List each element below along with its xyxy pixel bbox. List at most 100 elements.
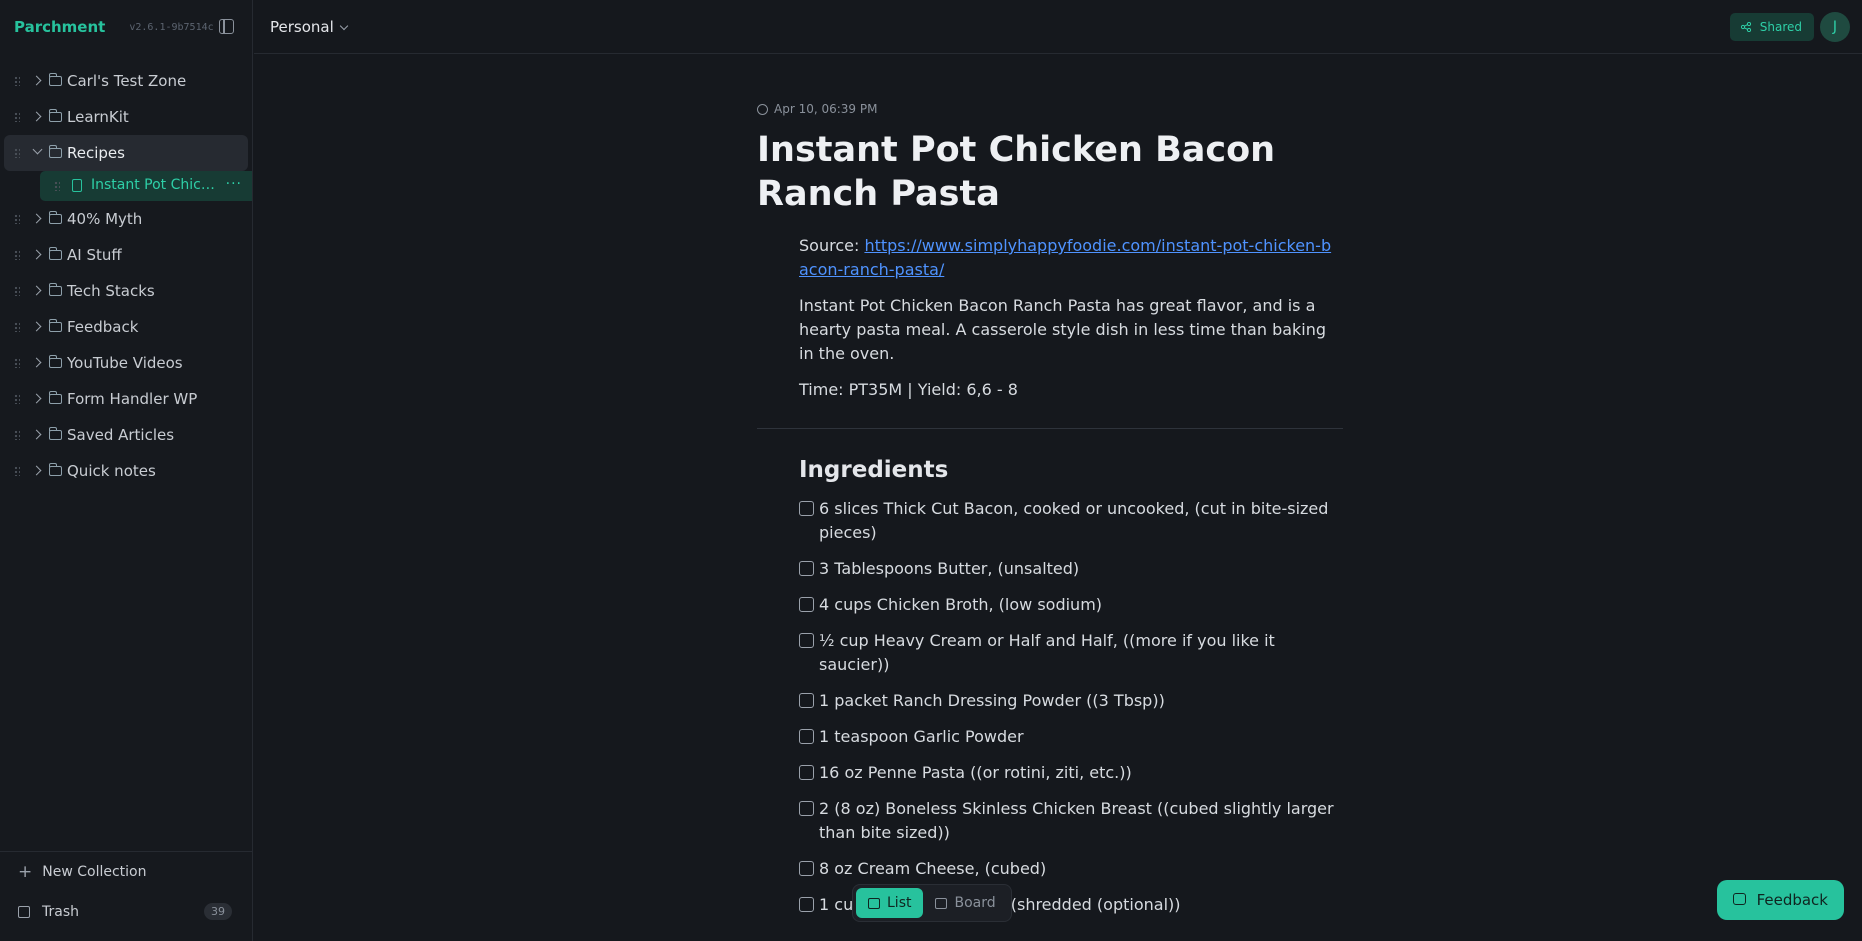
checkbox[interactable]: [799, 765, 814, 780]
checkbox[interactable]: [799, 501, 814, 516]
meta-paragraph: Time: PT35M | Yield: 6,6 - 8: [799, 380, 1018, 399]
checkbox[interactable]: [799, 729, 814, 744]
sidebar-item-youtube-videos[interactable]: YouTube Videos: [0, 345, 252, 381]
ingredient-item: 8 oz Cream Cheese, (cubed): [799, 857, 1339, 881]
ingredient-item: ½ cup Heavy Cream or Half and Half, ((mo…: [799, 629, 1339, 677]
drag-handle-icon[interactable]: [14, 148, 20, 158]
drag-handle-icon[interactable]: [14, 112, 20, 122]
ingredient-text: 1 packet Ranch Dressing Powder ((3 Tbsp)…: [819, 691, 1165, 710]
chevron-right-icon[interactable]: [31, 393, 42, 404]
description-paragraph: Instant Pot Chicken Bacon Ranch Pasta ha…: [799, 296, 1327, 363]
folder-icon: [49, 247, 62, 260]
checkbox[interactable]: [799, 801, 814, 816]
sidebar-item-ai-stuff[interactable]: AI Stuff: [0, 237, 252, 273]
chevron-right-icon[interactable]: [31, 357, 42, 368]
checkbox[interactable]: [799, 861, 814, 876]
divider: [757, 428, 1343, 429]
clock-icon: [757, 103, 768, 115]
drag-handle-icon[interactable]: [14, 214, 20, 224]
chevron-right-icon[interactable]: [31, 321, 42, 332]
sidebar-item-label: 40% Myth: [67, 210, 143, 228]
sidebar-item-label: AI Stuff: [67, 246, 122, 264]
list-view-button[interactable]: List: [856, 888, 924, 918]
plus-icon: +: [18, 862, 33, 882]
sidebar-footer: + New Collection Trash 39: [0, 851, 252, 941]
timestamp-text: Apr 10, 06:39 PM: [774, 102, 878, 116]
drag-handle-icon[interactable]: [14, 322, 20, 332]
chevron-right-icon[interactable]: [31, 213, 42, 224]
chevron-right-icon[interactable]: [31, 465, 42, 476]
feedback-label: Feedback: [1756, 891, 1828, 909]
drag-handle-icon[interactable]: [14, 358, 20, 368]
sidebar-header: Parchment v2.6.1-9b7514c: [0, 0, 252, 54]
document-icon: [72, 179, 82, 192]
sidebar-item-form-handler-wp[interactable]: Form Handler WP: [0, 381, 252, 417]
folder-icon: [49, 145, 62, 158]
folder-icon: [49, 391, 62, 404]
drag-handle-icon[interactable]: [14, 394, 20, 404]
ingredient-text: 6 slices Thick Cut Bacon, cooked or unco…: [819, 499, 1329, 542]
sidebar-item-label: Carl's Test Zone: [67, 72, 187, 90]
ingredient-text: 16 oz Penne Pasta ((or rotini, ziti, etc…: [819, 763, 1132, 782]
sidebar-item-saved-articles[interactable]: Saved Articles: [0, 417, 252, 453]
chevron-right-icon[interactable]: [31, 285, 42, 296]
collection-tree: Carl's Test Zone LearnKit Recipes Instan…: [0, 63, 252, 489]
folder-icon: [49, 463, 62, 476]
chevron-right-icon[interactable]: [31, 429, 42, 440]
ingredient-text: 1 teaspoon Garlic Powder: [819, 727, 1024, 746]
board-view-label: Board: [954, 895, 996, 911]
sidebar-item-recipes[interactable]: Recipes: [4, 135, 248, 171]
feedback-button[interactable]: Feedback: [1716, 880, 1844, 920]
source-link[interactable]: https://www.simplyhappyfoodie.com/instan…: [799, 236, 1331, 279]
user-avatar[interactable]: J: [1820, 12, 1850, 42]
ingredient-item: 1 packet Ranch Dressing Powder ((3 Tbsp)…: [799, 689, 1339, 713]
drag-handle-icon[interactable]: [14, 466, 20, 476]
more-options-icon[interactable]: ···: [226, 176, 242, 192]
sidebar-item-label: Form Handler WP: [67, 390, 198, 408]
checkbox[interactable]: [799, 597, 814, 612]
sidebar-item-feedback[interactable]: Feedback: [0, 309, 252, 345]
drag-handle-icon[interactable]: [14, 430, 20, 440]
workspace-label: Personal: [270, 18, 334, 36]
app-version: v2.6.1-9b7514c: [129, 21, 214, 33]
drag-handle-icon[interactable]: [14, 286, 20, 296]
sidebar-item-tech-stacks[interactable]: Tech Stacks: [0, 273, 252, 309]
trash-button[interactable]: Trash 39: [0, 892, 252, 932]
workspace-switcher[interactable]: Personal: [270, 18, 349, 36]
sidebar-item-40-myth[interactable]: 40% Myth: [0, 201, 252, 237]
grid-icon: [935, 897, 948, 909]
drag-handle-icon[interactable]: [14, 250, 20, 260]
folder-icon: [49, 319, 62, 332]
view-toggle: List Board: [852, 884, 1012, 922]
document-title[interactable]: Instant Pot Chicken Bacon Ranch Pasta: [757, 128, 1343, 216]
top-bar: Personal Shared J: [254, 0, 1862, 54]
chevron-right-icon[interactable]: [31, 249, 42, 260]
sidebar-doc-instant-pot[interactable]: Instant Pot Chicken Bacon Ranch Pasta ··…: [40, 171, 252, 201]
checkbox[interactable]: [799, 561, 814, 576]
document-body[interactable]: Source: https://www.simplyhappyfoodie.co…: [799, 234, 1339, 402]
document-timestamp: Apr 10, 06:39 PM: [757, 102, 1343, 116]
new-collection-button[interactable]: + New Collection: [0, 852, 252, 892]
shared-button[interactable]: Shared: [1729, 13, 1814, 41]
checkbox[interactable]: [799, 693, 814, 708]
sidebar-item-quick-notes[interactable]: Quick notes: [0, 453, 252, 489]
sidebar-item-label: Recipes: [67, 144, 125, 162]
chevron-down-icon[interactable]: [32, 144, 43, 155]
sidebar-item-carls-test-zone[interactable]: Carl's Test Zone: [0, 63, 252, 99]
collapse-sidebar-icon[interactable]: [219, 19, 234, 34]
sidebar-item-learnkit[interactable]: LearnKit: [0, 99, 252, 135]
checkbox[interactable]: [799, 897, 814, 912]
board-view-button[interactable]: Board: [923, 888, 1007, 918]
ingredient-list: 6 slices Thick Cut Bacon, cooked or unco…: [799, 497, 1339, 917]
folder-icon: [49, 283, 62, 296]
folder-icon: [49, 355, 62, 368]
checkbox[interactable]: [799, 633, 814, 648]
drag-handle-icon[interactable]: [54, 181, 60, 191]
chevron-right-icon[interactable]: [31, 111, 42, 122]
trash-label: Trash: [42, 904, 79, 920]
chevron-right-icon[interactable]: [31, 75, 42, 86]
drag-handle-icon[interactable]: [14, 76, 20, 86]
app-logo[interactable]: Parchment: [14, 18, 105, 36]
ingredient-item: 2 (8 oz) Boneless Skinless Chicken Breas…: [799, 797, 1339, 845]
sidebar: Parchment v2.6.1-9b7514c Carl's Test Zon…: [0, 0, 253, 941]
